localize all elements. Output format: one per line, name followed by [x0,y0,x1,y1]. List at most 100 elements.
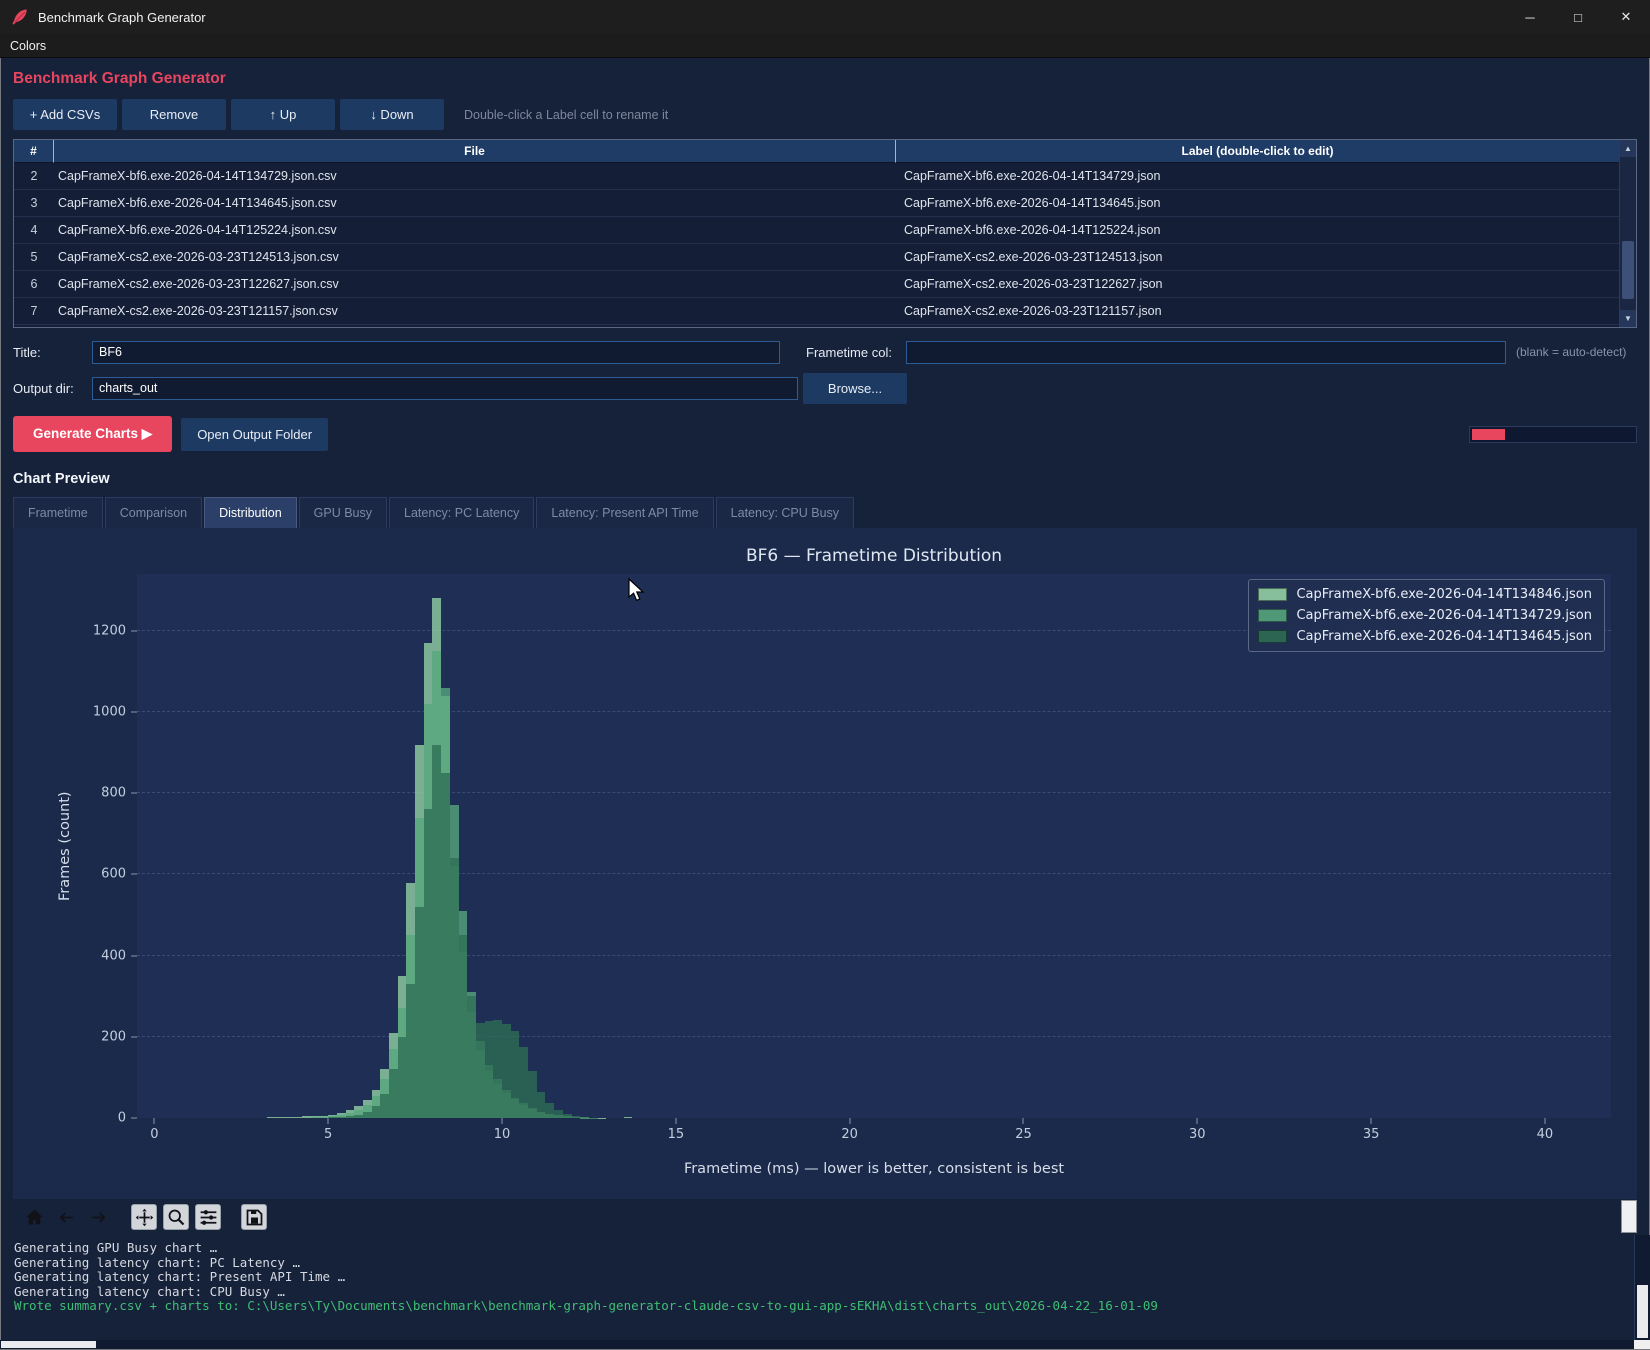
column-header-num[interactable]: # [14,140,54,163]
browse-button[interactable]: Browse... [803,373,907,404]
row-label[interactable]: CapFrameX-cs2.exe-2026-03-23T124513.json [896,244,1619,270]
remove-button[interactable]: Remove [122,99,226,130]
table-row[interactable]: 2 CapFrameX-bf6.exe-2026-04-14T134729.js… [14,163,1619,190]
row-file: CapFrameX-bf6.exe-2026-04-14T125224.json… [54,217,896,243]
log-scrollbar[interactable] [1634,1235,1650,1340]
pan-icon[interactable] [131,1204,157,1230]
generate-charts-button[interactable]: Generate Charts ▶ [13,416,172,452]
minimize-button[interactable]: ─ [1506,0,1554,34]
row-label[interactable]: CapFrameX-bf6.exe-2026-04-14T125224.json [896,217,1619,243]
table-header: # File Label (double-click to edit) [14,140,1619,163]
legend-label: CapFrameX-bf6.exe-2026-04-14T134645.json [1296,629,1592,644]
title-row: Title: Frametime col: (blank = auto-dete… [13,340,1637,364]
x-tick-label: 30 [1189,1127,1206,1142]
x-tick-mark [154,1118,155,1124]
home-icon[interactable] [21,1204,47,1230]
add-csvs-button[interactable]: + Add CSVs [13,99,117,130]
menu-colors[interactable]: Colors [0,34,56,57]
table-row[interactable]: 7 CapFrameX-cs2.exe-2026-03-23T121157.js… [14,298,1619,325]
tab-gpu-busy[interactable]: GPU Busy [299,497,387,528]
tab-latency-present-api-time[interactable]: Latency: Present API Time [536,497,713,528]
row-file: CapFrameX-cs2.exe-2026-03-23T124513.json… [54,244,896,270]
table-scrollbar[interactable]: ▲ ▼ [1619,140,1636,327]
move-down-button[interactable]: ↓ Down [340,99,444,130]
x-tick-mark [1197,1118,1198,1124]
histogram-bar [311,1117,320,1118]
zoom-icon[interactable] [163,1204,189,1230]
subplots-config-icon[interactable] [195,1204,221,1230]
histogram-bar [528,1071,537,1118]
x-tick-mark [675,1118,676,1124]
horizontal-scroll-thumb[interactable] [1,1341,96,1348]
legend-entry: CapFrameX-bf6.exe-2026-04-14T134729.json [1258,608,1592,623]
histogram-bar [293,1117,302,1118]
row-label[interactable]: CapFrameX-cs2.exe-2026-03-23T121157.json [896,298,1619,324]
chart-legend: CapFrameX-bf6.exe-2026-04-14T134846.json… [1248,579,1605,652]
tab-latency-cpu-busy[interactable]: Latency: CPU Busy [716,497,854,528]
table-row[interactable]: 4 CapFrameX-bf6.exe-2026-04-14T125224.js… [14,217,1619,244]
x-tick-label: 5 [324,1127,332,1142]
maximize-button[interactable]: □ [1554,0,1602,34]
progress-fill [1472,429,1505,440]
tab-distribution[interactable]: Distribution [204,497,297,528]
x-tick-mark [1544,1118,1545,1124]
histogram-bar [302,1116,311,1118]
y-tick-mark [131,630,137,631]
tab-latency-pc-latency[interactable]: Latency: PC Latency [389,497,534,528]
log-console[interactable]: Generating GPU Busy chart … Generating l… [0,1235,1650,1350]
chart-figure: BF6 — Frametime Distribution Frames (cou… [13,528,1637,1199]
histogram-bar [441,773,450,1118]
toolbar-scroll-thumb[interactable] [1621,1200,1637,1233]
histogram-bar [424,809,433,1118]
title-input[interactable] [92,341,780,364]
row-label[interactable]: CapFrameX-cs2.exe-2026-03-23T122627.json [896,271,1619,297]
row-label[interactable]: CapFrameX-bf6.exe-2026-04-14T134645.json [896,190,1619,216]
gridline [137,792,1611,793]
table-scroll-thumb[interactable] [1622,241,1634,299]
csv-table: # File Label (double-click to edit) 2 Ca… [13,139,1637,328]
y-tick-label: 1200 [93,623,126,638]
x-tick-label: 25 [1015,1127,1032,1142]
tab-comparison[interactable]: Comparison [105,497,202,528]
mpl-toolbar [13,1199,1637,1235]
tab-frametime[interactable]: Frametime [13,497,103,528]
horizontal-scrollbar[interactable] [0,1340,1634,1349]
open-output-folder-button[interactable]: Open Output Folder [181,418,328,451]
table-scroll-track[interactable] [1620,157,1636,310]
row-label[interactable]: CapFrameX-bf6.exe-2026-04-14T134729.json [896,163,1619,189]
forward-icon[interactable] [85,1204,111,1230]
histogram-bar [519,1047,528,1118]
scroll-up-icon[interactable]: ▲ [1620,140,1636,157]
row-num: 6 [14,271,54,297]
move-up-button[interactable]: ↑ Up [231,99,335,130]
log-scroll-thumb[interactable] [1637,1285,1648,1338]
row-num: 3 [14,190,54,216]
row-num: 2 [14,163,54,189]
log-line: Generating latency chart: CPU Busy … [14,1285,1620,1300]
x-tick-label: 15 [668,1127,685,1142]
y-axis-label: Frames (count) [55,574,75,1118]
histogram-bar [372,1106,381,1118]
output-dir-row: Output dir: Browse... [13,376,1637,400]
log-line: Generating latency chart: Present API Ti… [14,1270,1620,1285]
save-icon[interactable] [241,1204,267,1230]
back-icon[interactable] [53,1204,79,1230]
column-header-file[interactable]: File [54,140,896,163]
scroll-down-icon[interactable]: ▼ [1620,310,1636,327]
plot-area[interactable]: 0200400600800100012000510152025303540 [137,574,1611,1118]
row-num: 4 [14,217,54,243]
y-tick-label: 1000 [93,705,126,720]
window-title: Benchmark Graph Generator [38,10,206,25]
close-button[interactable]: ✕ [1602,0,1650,34]
histogram-bar [285,1117,294,1118]
chart-title: BF6 — Frametime Distribution [137,546,1611,566]
scrollbar-corner [1634,1340,1650,1349]
histogram-bar [406,984,415,1118]
output-dir-input[interactable] [92,377,798,400]
table-row[interactable]: 3 CapFrameX-bf6.exe-2026-04-14T134645.js… [14,190,1619,217]
column-header-label[interactable]: Label (double-click to edit) [896,140,1619,163]
table-row[interactable]: 5 CapFrameX-cs2.exe-2026-03-23T124513.js… [14,244,1619,271]
table-row[interactable]: 6 CapFrameX-cs2.exe-2026-03-23T122627.js… [14,271,1619,298]
frametime-col-input[interactable] [906,341,1506,364]
x-tick-mark [328,1118,329,1124]
